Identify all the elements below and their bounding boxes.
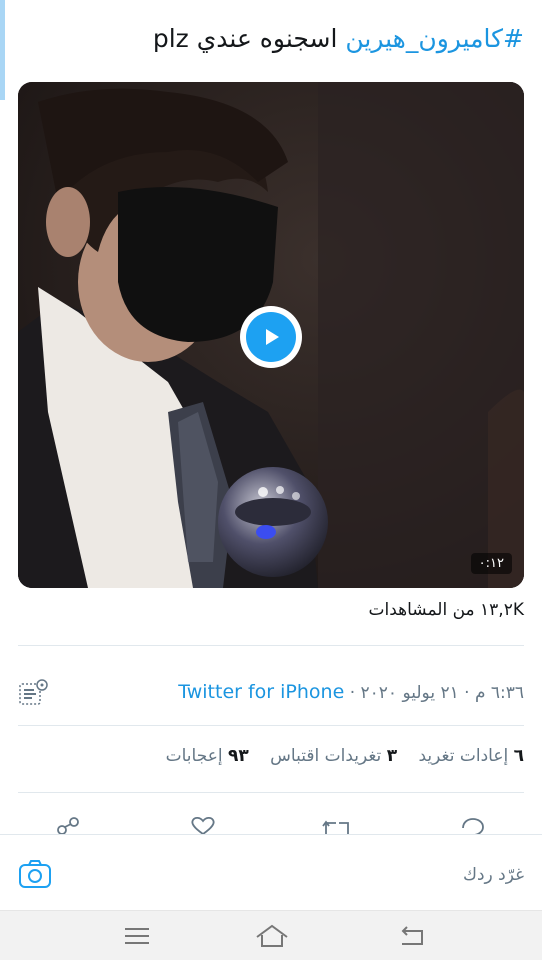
views-count: ١٣,٢K من المشاهدات [369, 600, 525, 620]
timestamp: ٦:٣٦ م · ٢١ يوليو ٢٠٢٠ · [344, 683, 524, 703]
hashtag-link[interactable]: #كاميرون_هيرين [345, 24, 524, 53]
tweet-meta: ٦:٣٦ م · ٢١ يوليو ٢٠٢٠ · Twitter for iPh… [18, 678, 524, 708]
system-navbar [0, 910, 542, 960]
tweet-timestamp-source: ٦:٣٦ م · ٢١ يوليو ٢٠٢٠ · Twitter for iPh… [178, 681, 524, 703]
tweet-actions [18, 814, 524, 836]
retweet-icon[interactable] [322, 814, 352, 836]
back-icon[interactable] [398, 923, 428, 949]
play-button[interactable] [240, 306, 302, 368]
tweet-text: #كاميرون_هيرين اسجنوه عندي plz [20, 22, 524, 56]
play-icon [246, 312, 296, 362]
views-number: ١٣,٢K [480, 600, 524, 620]
source-link[interactable]: Twitter for iPhone [178, 681, 344, 703]
likes-label: إعجابات [165, 746, 228, 766]
divider [18, 645, 524, 646]
tweet-body: اسجنوه عندي plz [152, 24, 346, 53]
retweets-label: إعادات تغريد [418, 746, 514, 766]
retweets-count: ٦ [513, 746, 524, 766]
like-icon[interactable] [188, 814, 218, 836]
video-duration: ٠:١٢ [470, 553, 512, 574]
quotes-label: تغريدات اقتباس [270, 746, 387, 766]
menu-icon[interactable] [122, 923, 152, 949]
quotes-count: ٣ [386, 746, 398, 766]
retweets-stat[interactable]: ٦ إعادات تغريد [418, 746, 524, 766]
engagement-stats: ٦ إعادات تغريد ٣ تغريدات اقتباس ٩٣ إعجاب… [150, 746, 524, 766]
likes-stat[interactable]: ٩٣ إعجابات [166, 746, 249, 766]
analytics-icon[interactable] [18, 678, 50, 708]
video-player[interactable]: ٠:١٢ [18, 82, 524, 588]
share-icon[interactable] [54, 814, 84, 836]
reply-icon[interactable] [458, 814, 488, 836]
reply-input[interactable]: غرّد ردك [463, 865, 524, 885]
quotes-stat[interactable]: ٣ تغريدات اقتباس [270, 746, 397, 766]
home-icon[interactable] [254, 923, 290, 949]
views-label: من المشاهدات [368, 600, 481, 620]
divider [18, 792, 524, 793]
likes-count: ٩٣ [227, 746, 249, 766]
divider [18, 725, 524, 726]
camera-icon[interactable] [18, 859, 52, 889]
accent-bar [0, 0, 5, 100]
reply-bar: غرّد ردك [0, 834, 542, 910]
